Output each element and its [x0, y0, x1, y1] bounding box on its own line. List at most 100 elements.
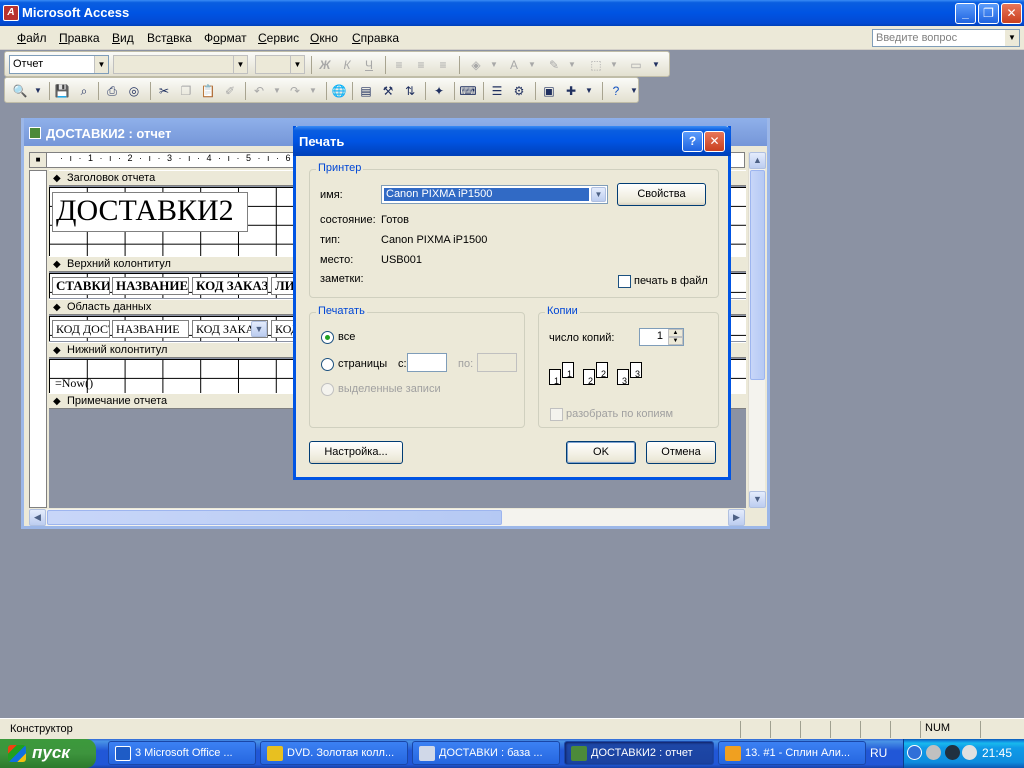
menu-item[interactable]: Вставка	[147, 31, 192, 45]
border-width-icon[interactable]: ⬚	[587, 56, 605, 74]
align-right-icon[interactable]: ≡	[434, 56, 452, 74]
detail-field[interactable]: НАЗВАНИЕ	[112, 320, 189, 338]
properties-button[interactable]: Свойства	[617, 183, 706, 206]
scroll-down-icon[interactable]: ▼	[749, 491, 766, 508]
range-pages-radio[interactable]	[321, 358, 334, 371]
spin-up-icon[interactable]: ▲	[668, 329, 683, 337]
print-to-file-checkbox[interactable]	[618, 275, 631, 288]
line-color-icon[interactable]: ✎	[545, 56, 563, 74]
redo-icon[interactable]: ↷	[286, 82, 304, 100]
chevron-down-icon[interactable]: ▼	[94, 56, 108, 73]
print-to-file-label[interactable]: печать в файл	[634, 275, 708, 287]
printer-name-select[interactable]: Canon PIXMA iP1500 ▼	[381, 185, 608, 204]
vertical-scroll-thumb[interactable]	[750, 170, 765, 380]
cancel-button[interactable]: Отмена	[646, 441, 716, 464]
chevron-down-icon[interactable]: ▼	[268, 82, 286, 100]
menu-item[interactable]: Вид	[112, 31, 134, 45]
properties-icon[interactable]: ☰	[488, 82, 506, 100]
underline-button[interactable]: Ч	[360, 56, 378, 74]
menu-item[interactable]: Сервис	[258, 31, 299, 45]
font-name-combo[interactable]: ▼	[113, 55, 248, 74]
print-icon[interactable]: ⎙	[103, 82, 121, 100]
range-pages-label[interactable]: страницы	[338, 358, 387, 370]
code-icon[interactable]: ⌨	[459, 82, 477, 100]
fill-color-icon[interactable]: ◈	[467, 56, 485, 74]
volume-icon[interactable]	[926, 745, 941, 760]
range-all-label[interactable]: все	[338, 331, 355, 343]
restore-button[interactable]: ❐	[978, 3, 999, 24]
bold-button[interactable]: Ж	[316, 56, 334, 74]
scroll-right-icon[interactable]: ▶	[728, 509, 745, 526]
tray-app-icon[interactable]	[962, 745, 977, 760]
chevron-down-icon[interactable]: ▼	[580, 82, 598, 100]
search-icon[interactable]: ⌕	[75, 82, 93, 100]
collate-label[interactable]: разобрать по копиям	[566, 408, 673, 420]
detail-field[interactable]: КОД ДОСТ	[52, 320, 110, 338]
ask-question-box[interactable]: Введите вопрос ▼	[872, 29, 1020, 47]
align-left-icon[interactable]: ≡	[390, 56, 408, 74]
autoformat-icon[interactable]: ✦	[430, 82, 448, 100]
header-label[interactable]: НАЗВАНИЕ	[112, 277, 189, 295]
build-icon[interactable]: ⚙	[510, 82, 528, 100]
task-player[interactable]: 13. #1 - Сплин Али...	[718, 741, 866, 765]
horizontal-scroll-thumb[interactable]	[47, 510, 502, 525]
to-page-input[interactable]	[477, 353, 517, 372]
undo-icon[interactable]: ↶	[250, 82, 268, 100]
close-icon[interactable]: ✕	[704, 131, 725, 152]
special-effect-icon[interactable]: ▭	[627, 56, 645, 74]
cut-icon[interactable]: ✂	[155, 82, 173, 100]
now-expression[interactable]: =Now()	[52, 375, 122, 391]
chevron-down-icon[interactable]: ▼	[625, 82, 643, 100]
copies-spinner[interactable]: 1 ▲ ▼	[639, 328, 684, 346]
vertical-scrollbar[interactable]: ▲ ▼	[748, 152, 766, 508]
font-size-combo[interactable]: ▼	[255, 55, 305, 74]
paste-icon[interactable]: 📋	[199, 82, 217, 100]
chevron-down-icon[interactable]: ▼	[29, 82, 47, 100]
view-icon[interactable]: 🔍	[11, 82, 29, 100]
chevron-down-icon[interactable]: ▼	[251, 321, 267, 337]
task-dvd[interactable]: DVD. Золотая колл...	[260, 741, 408, 765]
report-title-label[interactable]: ДОСТАВКИ2	[52, 192, 248, 232]
chevron-down-icon[interactable]: ▼	[523, 56, 541, 74]
header-label[interactable]: КОД ЗАКАЗ	[192, 277, 268, 295]
from-page-input[interactable]	[407, 353, 447, 372]
setup-button[interactable]: Настройка...	[309, 441, 403, 464]
chevron-down-icon[interactable]: ▼	[233, 56, 247, 73]
chevron-down-icon[interactable]: ▼	[304, 82, 322, 100]
range-selected-radio[interactable]	[321, 383, 334, 396]
print-preview-icon[interactable]: ◎	[125, 82, 143, 100]
range-all-radio[interactable]	[321, 331, 334, 344]
task-report[interactable]: ДОСТАВКИ2 : отчет	[564, 741, 714, 765]
menu-item[interactable]: Правка	[59, 31, 100, 45]
help-icon[interactable]: ?	[682, 131, 703, 152]
copy-icon[interactable]: ❐	[177, 82, 195, 100]
font-color-icon[interactable]: A	[505, 56, 523, 74]
chevron-down-icon[interactable]: ▼	[485, 56, 503, 74]
database-window-icon[interactable]: ▣	[540, 82, 558, 100]
access-app-icon[interactable]: A	[3, 5, 19, 21]
menu-item[interactable]: Окно	[310, 31, 338, 45]
save-icon[interactable]: 💾	[53, 82, 71, 100]
scroll-left-icon[interactable]: ◀	[29, 509, 46, 526]
sorting-grouping-icon[interactable]: ⇅	[401, 82, 419, 100]
chevron-down-icon[interactable]: ▼	[563, 56, 581, 74]
menu-item[interactable]: Справка	[352, 31, 399, 45]
ok-button[interactable]: OK	[566, 441, 636, 464]
hyperlink-icon[interactable]: 🌐	[330, 82, 348, 100]
horizontal-scrollbar[interactable]: ◀ ▶	[29, 509, 745, 526]
object-combo[interactable]: Отчет ▼	[9, 55, 109, 74]
range-selected-label[interactable]: выделенные записи	[338, 383, 441, 395]
tray-expand-icon[interactable]	[907, 745, 922, 760]
chevron-down-icon[interactable]: ▼	[647, 56, 665, 74]
menu-item[interactable]: Файл	[17, 31, 47, 45]
chevron-down-icon[interactable]: ▼	[1005, 30, 1019, 46]
chevron-down-icon[interactable]: ▼	[605, 56, 623, 74]
chevron-down-icon[interactable]: ▼	[591, 187, 606, 202]
spin-down-icon[interactable]: ▼	[668, 337, 683, 345]
select-report-box[interactable]: ■	[29, 152, 47, 168]
chevron-down-icon[interactable]: ▼	[290, 56, 304, 73]
task-database[interactable]: ДОСТАВКИ : база ...	[412, 741, 560, 765]
toolbox-icon[interactable]: ⚒	[379, 82, 397, 100]
task-office[interactable]: 3 Microsoft Office ...	[108, 741, 256, 765]
header-label[interactable]: СТАВКИ	[52, 277, 110, 295]
